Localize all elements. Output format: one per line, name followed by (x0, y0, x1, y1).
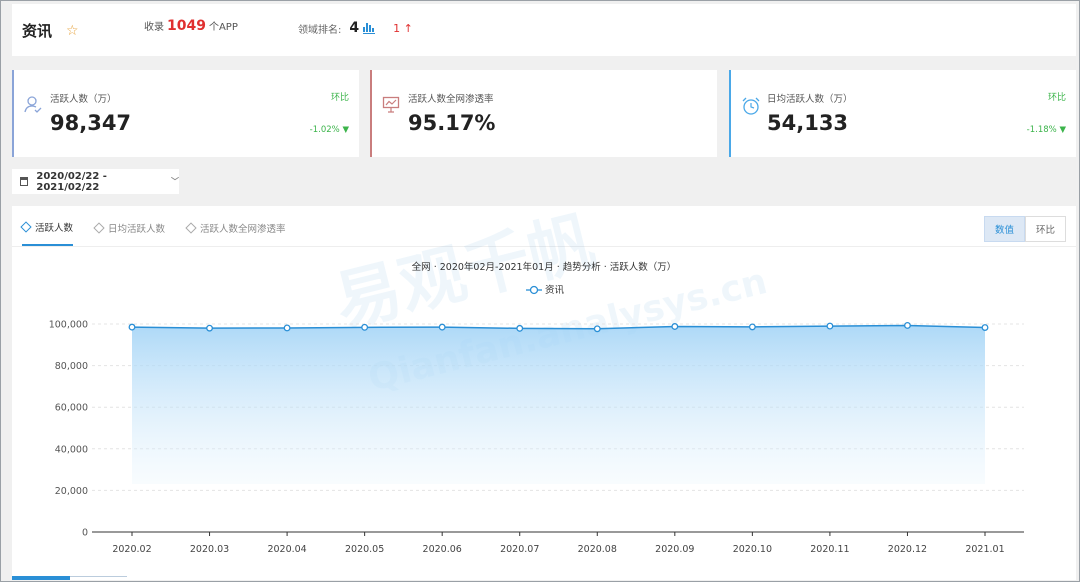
data-point[interactable] (671, 323, 679, 330)
x-tick-label: 2020.06 (423, 544, 462, 555)
x-tick-label: 2020.12 (888, 544, 927, 555)
data-point[interactable] (283, 324, 291, 332)
x-tick-label: 2020.07 (500, 544, 539, 555)
series-area (132, 325, 985, 484)
y-tick-label: 60,000 (55, 403, 88, 414)
y-tick-label: 40,000 (55, 444, 88, 455)
domain-rank: 领域排名: 4 1 ↑ (298, 20, 413, 36)
rank-chart-icon[interactable] (363, 22, 376, 34)
alarm-clock-icon (742, 97, 760, 115)
card-value: 98,347 (50, 111, 132, 135)
data-point[interactable] (748, 323, 756, 331)
page-title: 资讯 (22, 21, 53, 40)
chart-title: 全网 · 2020年02月-2021年01月 · 趋势分析 · 活跃人数（万） (412, 261, 677, 273)
presentation-chart-icon (382, 96, 400, 113)
scroll-indicator (12, 576, 127, 580)
calendar-icon (20, 177, 29, 186)
data-point[interactable] (593, 325, 601, 333)
data-point[interactable] (206, 324, 213, 332)
card-label: 日均活跃人数（万） (767, 94, 853, 105)
star-icon[interactable]: ☆ (66, 23, 79, 39)
x-tick-label: 2020.02 (112, 544, 151, 555)
compare-label: 环比 (330, 93, 349, 103)
card-daily-active-users: 日均活跃人数（万） 54,133 环比 -1.18% ▼ (729, 70, 1076, 157)
included-count: 1049 (167, 18, 206, 34)
trend-panel: 活跃人数 日均活跃人数 活跃人数全网渗透率 数值 环比 易观千帆Qianfan.… (12, 206, 1076, 580)
card-active-users: 活跃人数（万） 98,347 环比 -1.02% ▼ (12, 70, 359, 157)
x-tick-label: 2020.03 (190, 544, 229, 555)
header-bar: 资讯 ☆ 收录 1049 个APP 领域排名: 4 1 ↑ (12, 4, 1076, 56)
card-label: 活跃人数全网渗透率 (408, 94, 494, 105)
x-tick-label: 2020.10 (733, 544, 772, 555)
included-suffix: 个APP (208, 22, 238, 33)
x-tick-label: 2021.01 (965, 544, 1004, 555)
data-point[interactable] (826, 322, 834, 330)
x-tick-label: 2020.09 (655, 544, 694, 555)
date-range-picker[interactable]: 2020/02/22 - 2021/02/22 ﹀ (12, 169, 179, 194)
data-point[interactable] (904, 322, 911, 329)
y-tick-label: 100,000 (49, 320, 88, 331)
legend-label: 资讯 (545, 285, 565, 296)
data-point[interactable] (128, 323, 136, 331)
trend-chart: 易观千帆Qianfan.analysys.cn 020,00040,00060,… (49, 206, 1024, 555)
included-prefix: 收录 (144, 22, 164, 33)
included-apps: 收录 1049 个APP (144, 18, 238, 34)
x-tick-label: 2020.08 (578, 544, 617, 555)
x-tick-label: 2020.05 (345, 544, 384, 555)
data-point[interactable] (438, 323, 446, 331)
data-point[interactable] (981, 324, 989, 331)
legend-marker (529, 285, 539, 295)
date-range-text: 2020/02/22 - 2021/02/22 (36, 170, 107, 193)
compare-label: 环比 (1047, 93, 1066, 103)
rank-label: 领域排名: (298, 24, 342, 36)
change-value: -1.02% ▼ (309, 125, 349, 135)
card-value: 95.17% (408, 111, 496, 135)
change-value: -1.18% ▼ (1026, 125, 1066, 135)
user-icon (24, 96, 42, 113)
x-tick-label: 2020.11 (810, 544, 849, 555)
y-tick-label: 20,000 (55, 486, 88, 497)
card-value: 54,133 (767, 111, 849, 135)
rank-value: 4 (349, 20, 360, 36)
y-tick-label: 80,000 (55, 361, 88, 372)
card-penetration: 活跃人数全网渗透率 95.17% (370, 70, 717, 157)
data-point[interactable] (361, 323, 369, 331)
x-tick-label: 2020.04 (267, 544, 306, 555)
y-tick-label: 0 (82, 528, 88, 539)
chevron-down-icon: ﹀ (171, 177, 179, 186)
rank-change: 1 ↑ (393, 21, 413, 35)
data-point[interactable] (516, 324, 524, 332)
card-label: 活跃人数（万） (50, 94, 117, 105)
